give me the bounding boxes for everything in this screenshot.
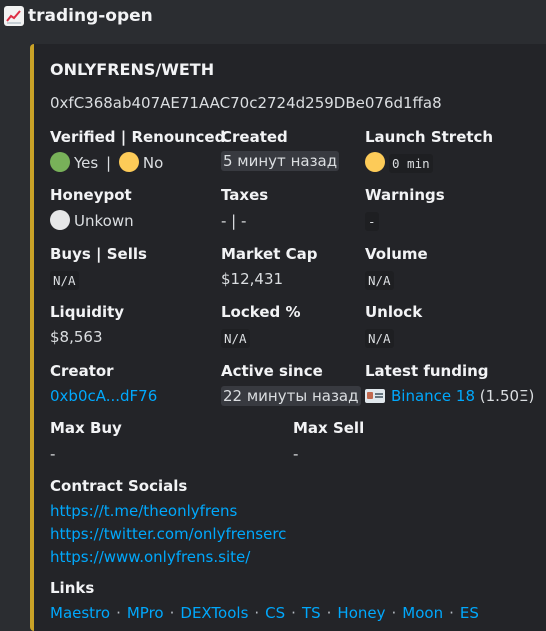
buys-sells-label: Buys | Sells bbox=[50, 245, 147, 263]
yellow-circle-icon bbox=[118, 152, 139, 172]
created-pill: 5 минут назад bbox=[221, 151, 340, 171]
verified-label: Verified | Renounced bbox=[50, 128, 226, 146]
social-link-telegram[interactable]: https://t.me/theonlyfrens bbox=[50, 502, 237, 520]
volume-value: N/A bbox=[365, 271, 394, 290]
channel-header: trading-open bbox=[0, 0, 546, 32]
latest-funding-value: Binance 18 (1.50Ξ) bbox=[365, 387, 534, 405]
creator-label: Creator bbox=[50, 362, 114, 380]
embed-card: ONLYFRENS/WETH 0xfC368ab407AE71AAC70c272… bbox=[30, 44, 546, 631]
market-cap-value: $12,431 bbox=[221, 270, 284, 288]
link-maestro[interactable]: Maestro bbox=[50, 604, 110, 622]
market-cap-label: Market Cap bbox=[221, 245, 318, 263]
unlock-value: N/A bbox=[365, 329, 394, 348]
contract-socials-label: Contract Socials bbox=[50, 477, 188, 495]
link-cs[interactable]: CS bbox=[265, 604, 285, 622]
locked-label: Locked % bbox=[221, 303, 301, 321]
link-honey[interactable]: Honey bbox=[337, 604, 385, 622]
funding-amount: (1.50Ξ) bbox=[479, 387, 535, 405]
link-separator: · bbox=[449, 604, 454, 622]
link-separator: · bbox=[169, 604, 175, 622]
honeypot-text: Unkown bbox=[74, 212, 134, 230]
link-separator: · bbox=[254, 604, 260, 622]
warnings-code: - bbox=[365, 212, 379, 231]
max-sell-value: - bbox=[293, 445, 299, 463]
yellow-circle-icon bbox=[365, 152, 385, 172]
created-value: 5 минут назад bbox=[221, 151, 340, 171]
embed-title: ONLYFRENS/WETH bbox=[50, 60, 215, 79]
id-card-icon bbox=[365, 389, 385, 403]
locked-value: N/A bbox=[221, 329, 250, 348]
contract-address: 0xfC368ab407AE71AAC70c2724d259DBe076d1ff… bbox=[50, 94, 442, 112]
max-sell-label: Max Sell bbox=[293, 419, 365, 437]
volume-label: Volume bbox=[365, 245, 428, 263]
link-mpro[interactable]: MPro bbox=[127, 604, 164, 622]
volume-code: N/A bbox=[365, 271, 394, 290]
unlock-label: Unlock bbox=[365, 303, 423, 321]
link-separator: · bbox=[326, 604, 332, 622]
link-es[interactable]: ES bbox=[460, 604, 479, 622]
active-since-label: Active since bbox=[221, 362, 323, 380]
verified-value: Yes | No bbox=[50, 152, 163, 172]
latest-funding-label: Latest funding bbox=[365, 362, 489, 380]
max-buy-value: - bbox=[50, 445, 56, 463]
social-link-twitter[interactable]: https://twitter.com/onlyfrenserc bbox=[50, 525, 286, 543]
active-since-value: 22 минуты назад bbox=[221, 386, 361, 406]
created-label: Created bbox=[221, 128, 288, 146]
social-link-website[interactable]: https://www.onlyfrens.site/ bbox=[50, 548, 250, 566]
verified-yes: Yes bbox=[74, 154, 99, 172]
links-label: Links bbox=[50, 579, 95, 597]
green-circle-icon bbox=[50, 152, 70, 172]
links-row: Maestro · MPro · DEXTools · CS · TS · Honey · Moon · E… bbox=[50, 604, 479, 622]
honeypot-label: Honeypot bbox=[50, 186, 132, 204]
link-separator: · bbox=[291, 604, 296, 622]
white-circle-icon bbox=[50, 210, 70, 230]
liquidity-value: $8,563 bbox=[50, 328, 103, 346]
channel-name[interactable]: trading-open bbox=[28, 6, 153, 26]
buys-sells-value: N/A bbox=[50, 271, 79, 290]
taxes-value: - | - bbox=[221, 212, 247, 230]
launch-stretch-label: Launch Stretch bbox=[365, 128, 494, 146]
locked-code: N/A bbox=[221, 329, 250, 348]
max-buy-label: Max Buy bbox=[50, 419, 122, 437]
active-since-pill: 22 минуты назад bbox=[221, 386, 361, 406]
warnings-label: Warnings bbox=[365, 186, 445, 204]
warnings-value: - bbox=[365, 212, 379, 231]
honeypot-value: Unkown bbox=[50, 210, 134, 230]
link-separator: · bbox=[391, 604, 397, 622]
link-separator: · bbox=[116, 604, 121, 622]
link-ts[interactable]: TS bbox=[302, 604, 321, 622]
launch-stretch-code: 0 min bbox=[389, 154, 433, 173]
creator-link[interactable]: 0xb0cA...dF76 bbox=[50, 387, 157, 405]
chart-increasing-icon bbox=[4, 6, 24, 26]
funding-link[interactable]: Binance 18 bbox=[391, 387, 475, 405]
liquidity-label: Liquidity bbox=[50, 303, 125, 321]
launch-stretch-value: 0 min bbox=[365, 152, 433, 173]
taxes-label: Taxes bbox=[221, 186, 269, 204]
verified-sep: | bbox=[106, 154, 112, 172]
renounced-no: No bbox=[142, 154, 164, 172]
unlock-code: N/A bbox=[365, 329, 394, 348]
link-dextools[interactable]: DEXTools bbox=[180, 604, 248, 622]
buys-sells-code: N/A bbox=[50, 271, 79, 290]
link-moon[interactable]: Moon bbox=[402, 604, 443, 622]
